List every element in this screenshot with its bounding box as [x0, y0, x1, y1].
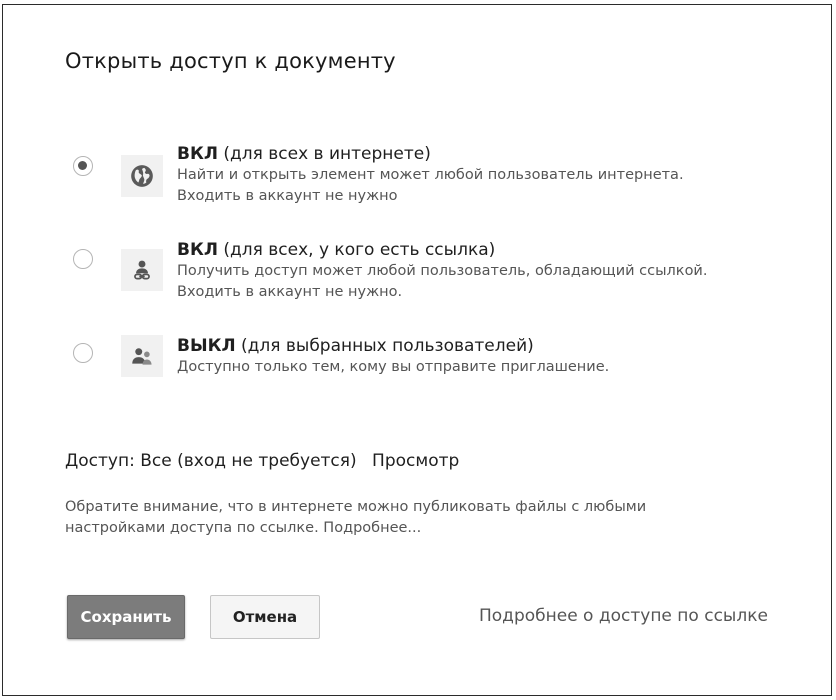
people-icon: [121, 335, 163, 377]
person-link-icon: [121, 249, 163, 291]
option-title: ВКЛ (для всех, у кого есть ссылка): [177, 239, 797, 261]
access-mode[interactable]: Просмотр: [372, 451, 459, 471]
note-line2[interactable]: настройками доступа по ссылке. Подробнее…: [65, 518, 765, 539]
option-title: ВКЛ (для всех в интернете): [177, 143, 797, 165]
radio-public-web[interactable]: [73, 156, 93, 176]
dialog-title: Открыть доступ к документу: [65, 49, 396, 73]
option-scope: (для выбранных пользователей): [235, 336, 534, 356]
share-dialog: Открыть доступ к документу ВКЛ (для всех…: [2, 4, 832, 696]
option-status: ВКЛ: [177, 144, 218, 164]
access-summary: Доступ: Все (вход не требуется) Просмотр: [65, 451, 459, 471]
option-public-web[interactable]: ВКЛ (для всех в интернете) Найти и откры…: [3, 139, 833, 219]
publish-note: Обратите внимание, что в интернете можно…: [65, 497, 765, 539]
access-label: Доступ:: [65, 451, 135, 471]
option-status: ВЫКЛ: [177, 336, 236, 356]
globe-icon: [121, 155, 163, 197]
option-text: ВКЛ (для всех, у кого есть ссылка) Получ…: [177, 239, 797, 303]
option-desc-line1: Получить доступ может любой пользователь…: [177, 263, 708, 279]
option-title: ВЫКЛ (для выбранных пользователей): [177, 335, 797, 357]
learn-more-link[interactable]: Подробнее о доступе по ссылке: [479, 606, 768, 626]
option-text: ВЫКЛ (для выбранных пользователей) Досту…: [177, 335, 797, 378]
option-desc-line1: Доступно только тем, кому вы отправите п…: [177, 359, 610, 375]
access-value: Все (вход не требуется): [140, 451, 357, 471]
option-scope: (для всех, у кого есть ссылка): [217, 240, 496, 260]
option-desc-line2: Входить в аккаунт не нужно.: [177, 284, 403, 300]
radio-anyone-with-link[interactable]: [73, 249, 93, 269]
option-status: ВКЛ: [177, 240, 218, 260]
option-desc-line2: Входить в аккаунт не нужно: [177, 188, 398, 204]
option-text: ВКЛ (для всех в интернете) Найти и откры…: [177, 143, 797, 207]
option-specific-people[interactable]: ВЫКЛ (для выбранных пользователей) Досту…: [3, 331, 833, 411]
option-scope: (для всех в интернете): [217, 144, 431, 164]
cancel-button[interactable]: Отмена: [210, 595, 320, 639]
option-desc-line1: Найти и открыть элемент может любой поль…: [177, 167, 684, 183]
radio-specific-people[interactable]: [73, 343, 93, 363]
save-button[interactable]: Сохранить: [67, 595, 185, 639]
note-line1: Обратите внимание, что в интернете можно…: [65, 499, 647, 515]
option-anyone-with-link[interactable]: ВКЛ (для всех, у кого есть ссылка) Получ…: [3, 235, 833, 315]
